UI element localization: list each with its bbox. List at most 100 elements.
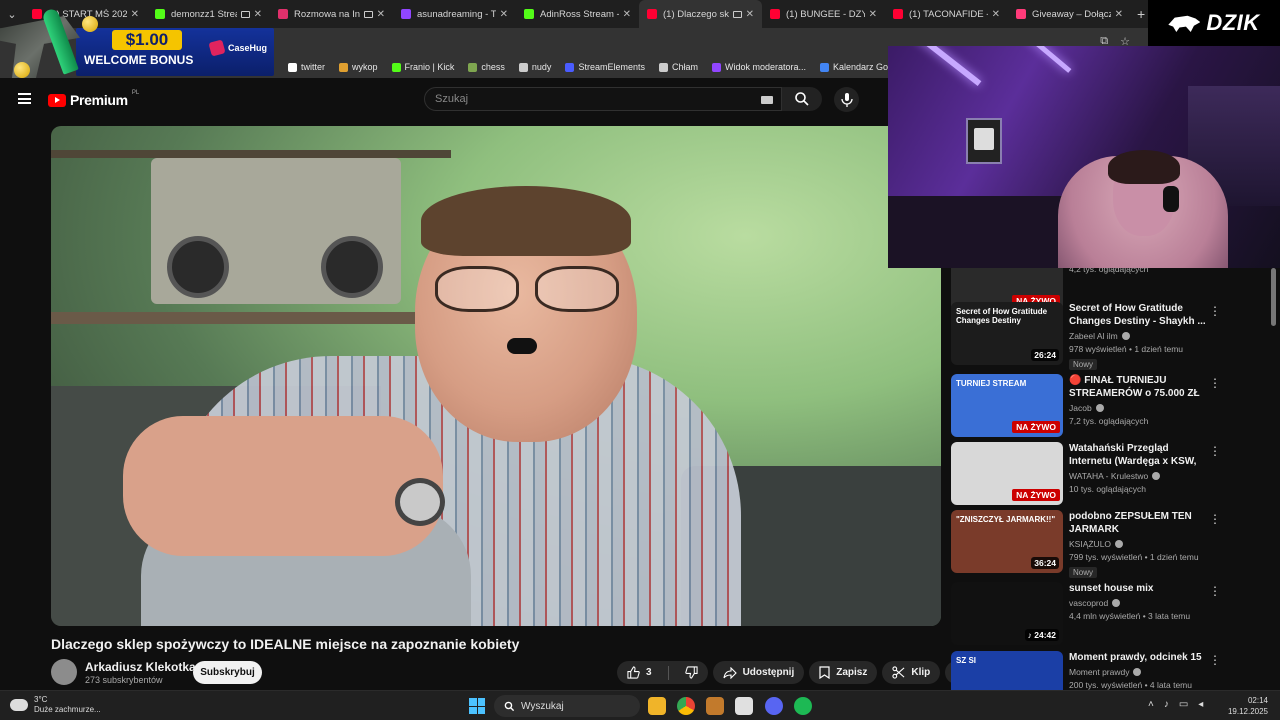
channel-name[interactable]: vascoprod xyxy=(1069,598,1108,608)
voice-search-button[interactable] xyxy=(834,87,859,112)
channel-avatar[interactable] xyxy=(51,659,77,685)
video-metadata: 978 wyświetleń • 1 dzień temu xyxy=(1069,344,1184,354)
tab-title: (1) Dlaczego sklep xyxy=(663,8,729,20)
taskbar-search[interactable]: Wyszukaj xyxy=(494,695,640,717)
subscribe-button[interactable]: Subskrybuj xyxy=(193,661,262,684)
tab-favicon-icon xyxy=(278,9,288,19)
bookmark-item[interactable]: Chłam xyxy=(658,62,698,72)
channel-name[interactable]: Jacob xyxy=(1069,403,1092,413)
save-button[interactable]: Zapisz xyxy=(809,661,878,684)
bookmark-favicon-icon xyxy=(658,62,668,72)
bookmark-favicon-icon xyxy=(518,62,528,72)
new-tab-button[interactable]: + xyxy=(1137,6,1145,22)
more-options-icon[interactable]: ⋮ xyxy=(1209,304,1221,318)
browser-tab[interactable]: (1) TACONAFIDE - Kry ✕ xyxy=(885,0,1008,28)
youtube-logo-text: Premium xyxy=(70,92,128,108)
sidebar-scrollbar[interactable] xyxy=(1271,268,1276,326)
tab-close-icon[interactable]: ✕ xyxy=(377,9,385,20)
recommended-video[interactable]: Secret of How Gratitude Changes Destiny 2… xyxy=(951,302,1251,370)
keyboard-icon[interactable] xyxy=(761,96,773,104)
channel-name[interactable]: WATAHA - Krulestwo xyxy=(1069,471,1148,481)
video-thumbnail[interactable]: NA ŻYWO xyxy=(951,442,1063,505)
bookmark-item[interactable]: Widok moderatora... xyxy=(711,62,806,72)
video-thumbnail[interactable]: "ZNISZCZYŁ JARMARK!!" 36:24 xyxy=(951,510,1063,573)
more-options-icon[interactable]: ⋮ xyxy=(1209,376,1221,390)
recommended-video[interactable]: ♪ 24:42 sunset house mix vascoprod 4,4 mln … xyxy=(951,582,1251,646)
video-title[interactable]: 🔴 FINAŁ TURNIEJU STREAMERÓW o 75.000 ZŁ … xyxy=(1069,374,1209,400)
coin-icon xyxy=(14,62,30,78)
bookmark-item[interactable]: twitter xyxy=(288,62,325,72)
browser-tab[interactable]: (1) Dlaczego sklep ✕ xyxy=(639,0,762,28)
more-options-icon[interactable]: ⋮ xyxy=(1209,512,1221,526)
tab-close-icon[interactable]: ✕ xyxy=(992,9,1000,20)
bookmark-label: nudy xyxy=(531,62,552,72)
bookmark-item[interactable]: nudy xyxy=(518,62,552,72)
search-button[interactable] xyxy=(782,87,822,111)
tab-close-icon[interactable]: ✕ xyxy=(623,9,631,20)
video-metadata: 7,2 tys. oglądających xyxy=(1069,416,1149,426)
app-icon[interactable] xyxy=(706,697,724,715)
file-explorer-icon[interactable] xyxy=(648,697,666,715)
video-metadata: 200 tys. wyświetleń • 4 lata temu xyxy=(1069,680,1192,690)
video-title[interactable]: Moment prawdy, odcinek 15 xyxy=(1069,651,1209,664)
browser-tab[interactable]: Giveaway – Dołącz i ✕ xyxy=(1008,0,1131,28)
microphone-tray-icon[interactable]: ♪ xyxy=(1164,699,1169,710)
browser-tab[interactable]: Rozmowa na Inst ✕ xyxy=(270,0,393,28)
tab-close-icon[interactable]: ✕ xyxy=(1115,9,1123,20)
bookmark-item[interactable]: StreamElements xyxy=(565,62,645,72)
discord-icon[interactable] xyxy=(765,697,783,715)
bookmark-item[interactable]: chess xyxy=(468,62,505,72)
video-player[interactable] xyxy=(51,126,941,626)
search-input[interactable]: Szukaj xyxy=(424,87,782,111)
tab-close-icon[interactable]: ✕ xyxy=(500,9,508,20)
tab-favicon-icon xyxy=(524,9,534,19)
bookmark-item[interactable]: Franio | Kick xyxy=(391,62,454,72)
spotify-icon[interactable] xyxy=(794,697,812,715)
video-thumbnail[interactable]: Secret of How Gratitude Changes Destiny 2… xyxy=(951,302,1063,365)
browser-tab[interactable]: (1) BUNGEE - DZYŃ D ✕ xyxy=(762,0,885,28)
tab-close-icon[interactable]: ✕ xyxy=(869,9,877,20)
video-title[interactable]: podobno ZEPSUŁEM TEN JARMARK xyxy=(1069,510,1209,536)
recommended-video[interactable]: "ZNISZCZYŁ JARMARK!!" 36:24 podobno ZEPSUŁ… xyxy=(951,510,1251,578)
recommended-video[interactable]: TURNIEJ STREAM NA ŻYWO 🔴 FINAŁ TURNIEJU ST… xyxy=(951,374,1251,438)
thumbnail-text: "ZNISZCZYŁ JARMARK!!" xyxy=(956,515,1056,524)
channel-name[interactable]: Arkadiusz Klekotka xyxy=(85,660,196,674)
channel-name[interactable]: Zabeel Al ilm xyxy=(1069,331,1118,341)
show-hidden-icons-icon[interactable]: ˄ xyxy=(1148,699,1154,710)
browser-tab[interactable]: AdinRoss Stream - W ✕ xyxy=(516,0,639,28)
bookmark-label: Chłam xyxy=(671,62,698,72)
weather-widget[interactable]: 3°C Duże zachmurze... xyxy=(8,695,101,715)
dislike-button[interactable] xyxy=(675,661,708,684)
network-icon[interactable]: ▭ xyxy=(1179,699,1188,710)
browser-tab[interactable]: asunadreaming - Twit ✕ xyxy=(393,0,516,28)
tab-media-icon[interactable] xyxy=(732,10,742,18)
dzik-logo-overlay: DZIK xyxy=(1148,0,1280,46)
like-button[interactable]: 3 xyxy=(617,661,662,684)
video-thumbnail[interactable]: ♪ 24:42 xyxy=(951,582,1063,645)
app-icon[interactable] xyxy=(735,697,753,715)
channel-name[interactable]: Moment prawdy xyxy=(1069,667,1129,677)
windows-start-icon[interactable] xyxy=(469,698,485,714)
more-options-icon[interactable]: ⋮ xyxy=(1209,444,1221,458)
video-title[interactable]: Watahański Przegląd Internetu (Wardęga x… xyxy=(1069,442,1209,468)
video-title[interactable]: Secret of How Gratitude Changes Destiny … xyxy=(1069,302,1209,328)
clip-button[interactable]: Klip xyxy=(882,661,941,684)
chrome-icon[interactable] xyxy=(677,697,695,715)
menu-icon[interactable] xyxy=(18,93,31,104)
tab-media-icon[interactable] xyxy=(363,10,373,18)
bookmark-favicon-icon xyxy=(820,62,830,72)
more-options-icon[interactable]: ⋮ xyxy=(1209,584,1221,598)
video-thumbnail[interactable]: TURNIEJ STREAM NA ŻYWO xyxy=(951,374,1063,437)
youtube-logo[interactable]: Premium PL xyxy=(48,90,140,108)
video-title[interactable]: sunset house mix xyxy=(1069,582,1209,595)
video-metadata: 799 tys. wyświetleń • 1 dzień temu xyxy=(1069,552,1199,562)
recommended-video[interactable]: NA ŻYWO Watahański Przegląd Internetu (Wa… xyxy=(951,442,1251,506)
bookmark-item[interactable]: wykop xyxy=(339,62,378,72)
youtube-region-code: PL xyxy=(131,90,140,96)
channel-name[interactable]: KSIĄŻULO xyxy=(1069,539,1111,549)
volume-icon[interactable]: ◂ xyxy=(1198,699,1203,710)
share-button[interactable]: Udostępnij xyxy=(712,661,805,684)
more-options-icon[interactable]: ⋮ xyxy=(1209,653,1221,667)
clock[interactable]: 02:14 19.12.2025 xyxy=(1222,695,1268,717)
tab-close-icon[interactable]: ✕ xyxy=(746,9,754,20)
